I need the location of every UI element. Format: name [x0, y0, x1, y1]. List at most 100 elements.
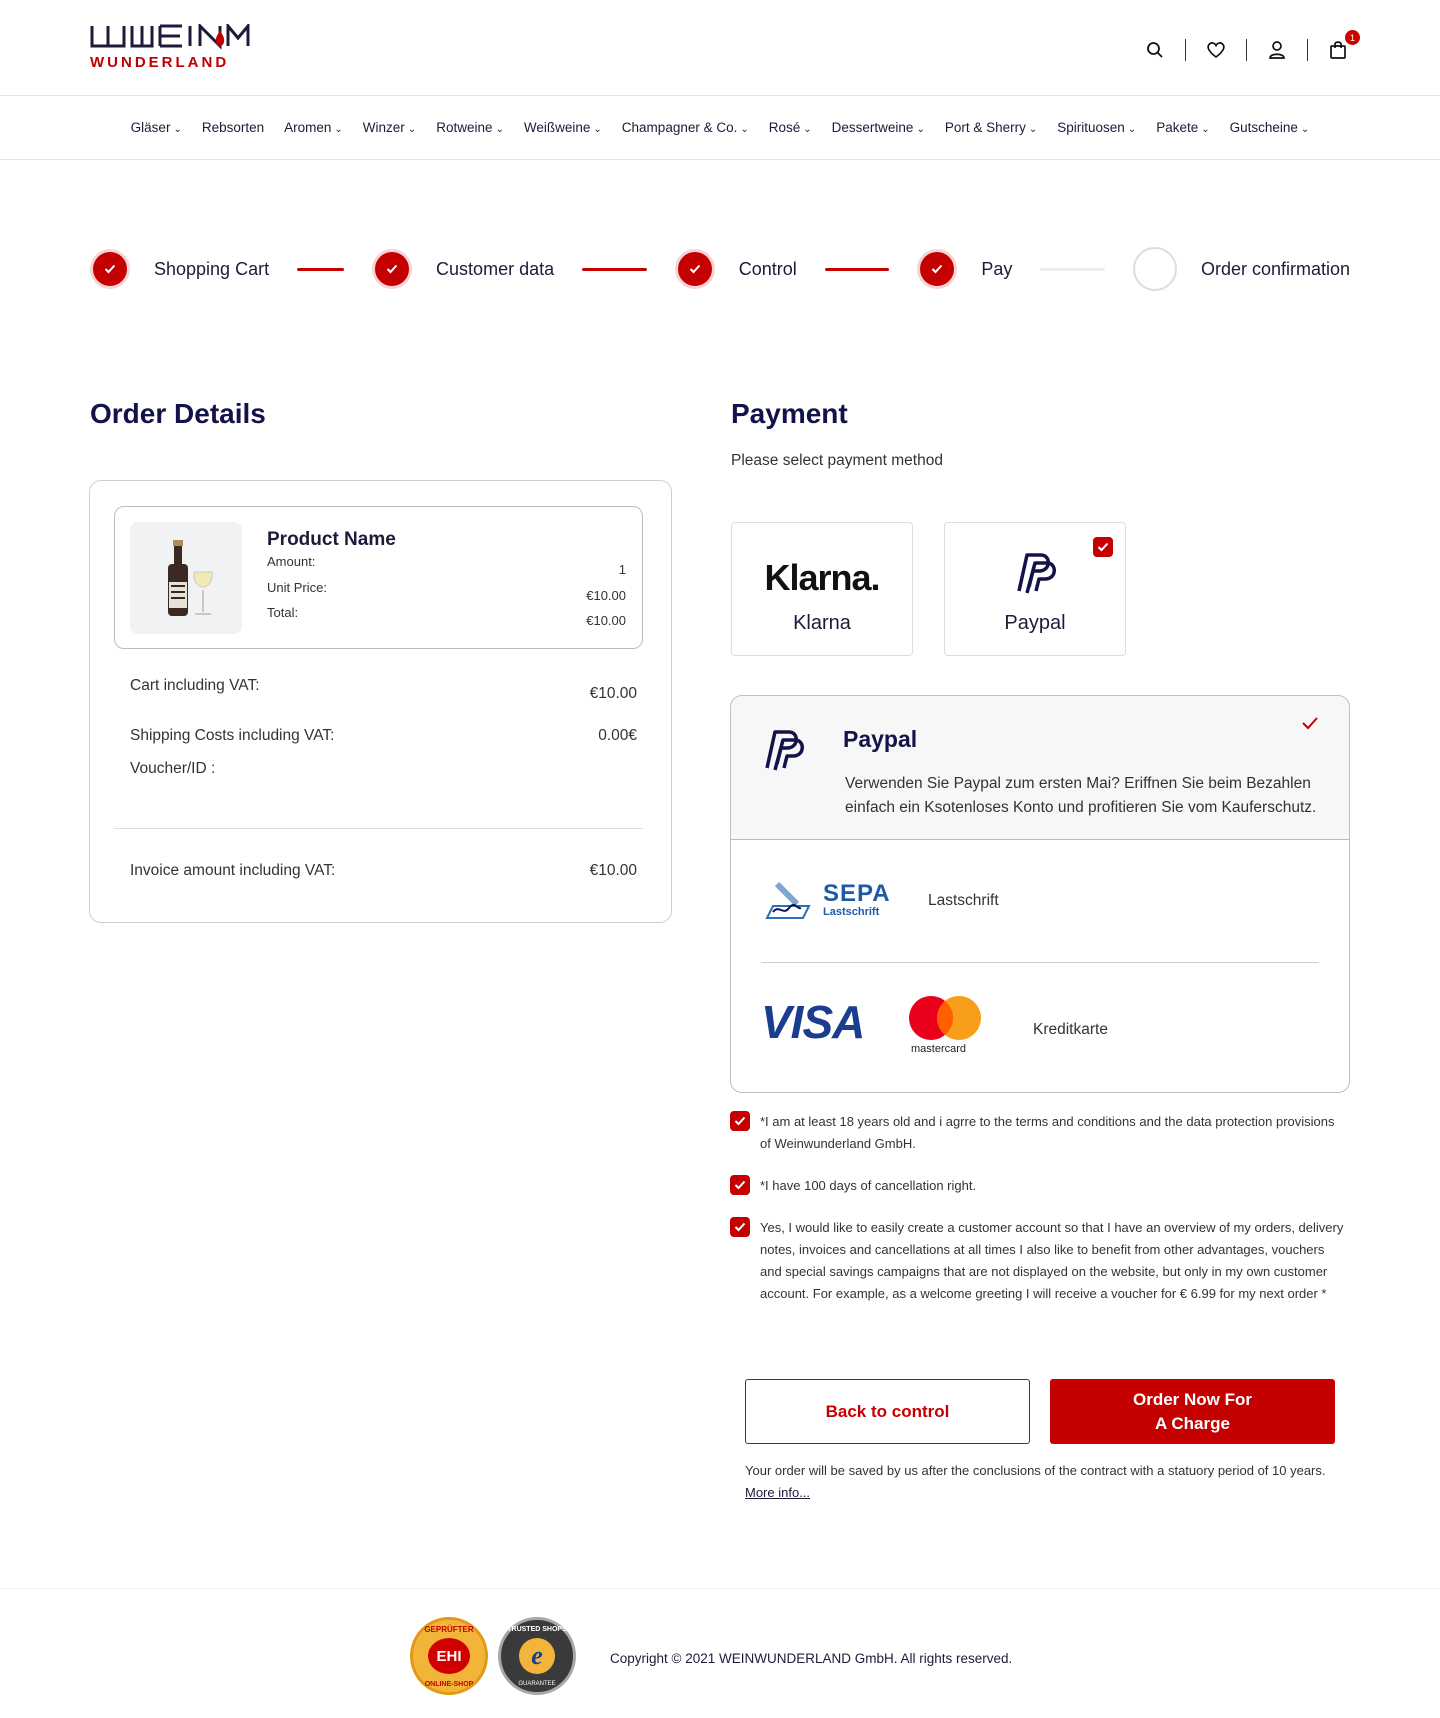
- heart-icon[interactable]: [1204, 38, 1228, 62]
- step-1-label[interactable]: Customer data: [436, 259, 554, 280]
- nav-item-2[interactable]: Aromen ⌄: [284, 120, 343, 135]
- order-button-line1: Order Now For: [1132, 1389, 1252, 1409]
- paypal-icon: [1017, 553, 1056, 594]
- nav-item-1[interactable]: Rebsorten: [202, 120, 264, 135]
- back-to-control-button[interactable]: Back to control: [745, 1379, 1030, 1444]
- nav-item-label: Rosé: [768, 120, 801, 135]
- main-nav: Gläser ⌄ Rebsorten Aromen ⌄ Winzer ⌄ Rotweine ⌄ W…: [0, 96, 1440, 160]
- invoice-value: €10.00: [589, 862, 637, 879]
- account-checkbox[interactable]: [730, 1217, 750, 1237]
- chevron-down-icon: ⌄: [1300, 124, 1310, 135]
- cart-vat-value: €10.00: [589, 685, 637, 702]
- step-2-label[interactable]: Control: [739, 259, 797, 280]
- order-storage-note: Your order will be saved by us after the…: [745, 1460, 1345, 1504]
- brand-logo[interactable]: WUNDERLAND: [90, 24, 250, 71]
- sepa-label: Lastschrift: [928, 892, 999, 909]
- cancellation-checkbox[interactable]: [730, 1175, 750, 1195]
- ts-bottom-text: GUARANTEE: [518, 1681, 556, 1687]
- separator: [1246, 39, 1247, 61]
- payment-subtitle: Please select payment method: [731, 452, 943, 469]
- amount-label: Amount:: [267, 554, 316, 569]
- nav-item-8[interactable]: Dessertweine ⌄: [832, 120, 925, 135]
- credit-card-label: Kreditkarte: [1033, 1021, 1108, 1038]
- nav-item-label: Rotweine: [436, 120, 493, 135]
- terms-text: *I am at least 18 years old and i agrre …: [760, 1114, 1335, 1151]
- separator: [1307, 39, 1308, 61]
- visa-logo: VISA: [761, 996, 865, 1048]
- check-icon: [386, 264, 398, 274]
- note-text: Your order will be saved by us after the…: [745, 1463, 1326, 1478]
- sepa-icon: [765, 881, 811, 919]
- product-card: Product Name Amount: 1 Unit Price: €10.0…: [114, 506, 643, 649]
- nav-item-label: Aromen: [284, 120, 332, 135]
- step-3-label[interactable]: Pay: [981, 259, 1012, 280]
- order-details-title: Order Details: [90, 398, 266, 429]
- shipping-label: Shipping Costs including VAT:: [130, 727, 335, 744]
- ts-top-text: TRUSTED SHOPS: [507, 1626, 567, 1633]
- more-info-link[interactable]: More info...: [745, 1485, 810, 1500]
- sepa-option[interactable]: SEPA Lastschrift Lastschrift: [731, 840, 1349, 962]
- site-header: WUNDERLAND 1: [0, 0, 1440, 96]
- nav-item-11[interactable]: Pakete ⌄: [1156, 120, 1209, 135]
- nav-item-12[interactable]: Gutscheine ⌄: [1230, 120, 1310, 135]
- mastercard-wordmark: mastercard: [911, 1043, 967, 1055]
- paypal-option[interactable]: Paypal: [944, 522, 1126, 656]
- chevron-down-icon: ⌄: [1028, 124, 1038, 135]
- nav-item-9[interactable]: Port & Sherry ⌄: [945, 120, 1037, 135]
- nav-item-6[interactable]: Champagner & Co. ⌄: [622, 120, 749, 135]
- selected-method-panel[interactable]: Paypal Verwenden Sie Paypal zum ersten M…: [731, 696, 1349, 840]
- voucher-label: Voucher/ID :: [130, 760, 216, 777]
- cart-count-badge: 1: [1345, 30, 1360, 45]
- step-0-label[interactable]: Shopping Cart: [154, 259, 269, 280]
- nav-item-5[interactable]: Weißweine ⌄: [524, 120, 602, 135]
- payment-title: Payment: [731, 398, 848, 429]
- chevron-down-icon: ⌄: [495, 124, 504, 135]
- paypal-selected-checkbox[interactable]: [1093, 537, 1113, 557]
- separator: [1185, 39, 1186, 61]
- nav-item-label: Winzer: [362, 120, 405, 135]
- check-icon: [1302, 717, 1318, 730]
- chevron-down-icon: ⌄: [740, 124, 749, 135]
- copyright-text: Copyright © 2021 WEINWUNDERLAND GmbH. Al…: [610, 1651, 1013, 1666]
- nav-item-label: Gläser: [130, 120, 171, 135]
- check-icon: [689, 264, 700, 274]
- product-name: Product Name: [267, 529, 396, 550]
- checkout-stepper: Shopping Cart Customer data Control Pay Orde…: [90, 247, 1350, 291]
- agreement-terms: *I am at least 18 years old and i agrre …: [730, 1111, 1345, 1155]
- nav-item-label: Port & Sherry: [944, 120, 1026, 135]
- step-0-indicator: [90, 249, 130, 289]
- summary-divider: [114, 828, 643, 829]
- order-now-button[interactable]: Order Now For A Charge: [1050, 1379, 1335, 1444]
- step-4-label[interactable]: Order confirmation: [1201, 259, 1350, 280]
- chevron-down-icon: ⌄: [334, 124, 343, 135]
- nav-item-3[interactable]: Winzer ⌄: [363, 120, 416, 135]
- chevron-down-icon: ⌄: [803, 124, 812, 135]
- terms-checkbox[interactable]: [730, 1111, 750, 1131]
- cart-icon[interactable]: 1: [1326, 30, 1360, 62]
- step-1-indicator: [372, 249, 413, 289]
- nav-item-4[interactable]: Rotweine ⌄: [436, 120, 504, 135]
- total-label: Total:: [267, 605, 299, 620]
- step-4-indicator: [1132, 247, 1177, 291]
- nav-item-10[interactable]: Spirituosen ⌄: [1057, 120, 1136, 135]
- ehi-logo: EHI: [428, 1638, 470, 1674]
- ehi-badge[interactable]: GEPRÜFTER EHI ONLINE-SHOP: [410, 1617, 488, 1695]
- search-icon[interactable]: [1143, 38, 1167, 62]
- chevron-down-icon: ⌄: [407, 124, 417, 135]
- total-value: €10.00: [586, 613, 626, 628]
- step-2-indicator: [674, 249, 715, 289]
- check-icon: [104, 264, 116, 274]
- step-connector: [824, 267, 890, 271]
- mastercard-icon: [909, 996, 981, 1040]
- trusted-shops-badge[interactable]: TRUSTED SHOPS e GUARANTEE: [498, 1617, 576, 1695]
- paypal-icon: [765, 730, 804, 771]
- user-icon[interactable]: [1265, 38, 1289, 62]
- agreement-cancellation: *I have 100 days of cancellation right.: [730, 1175, 1345, 1197]
- chevron-down-icon: ⌄: [1201, 124, 1210, 135]
- ts-logo: e: [519, 1638, 555, 1674]
- credit-card-option[interactable]: VISA mastercard Kreditkarte: [731, 963, 1349, 1092]
- nav-item-0[interactable]: Gläser ⌄: [131, 120, 182, 135]
- agreement-account: Yes, I would like to easily create a cus…: [730, 1217, 1345, 1305]
- klarna-option[interactable]: Klarna. Klarna: [731, 522, 913, 656]
- nav-item-7[interactable]: Rosé ⌄: [769, 120, 812, 135]
